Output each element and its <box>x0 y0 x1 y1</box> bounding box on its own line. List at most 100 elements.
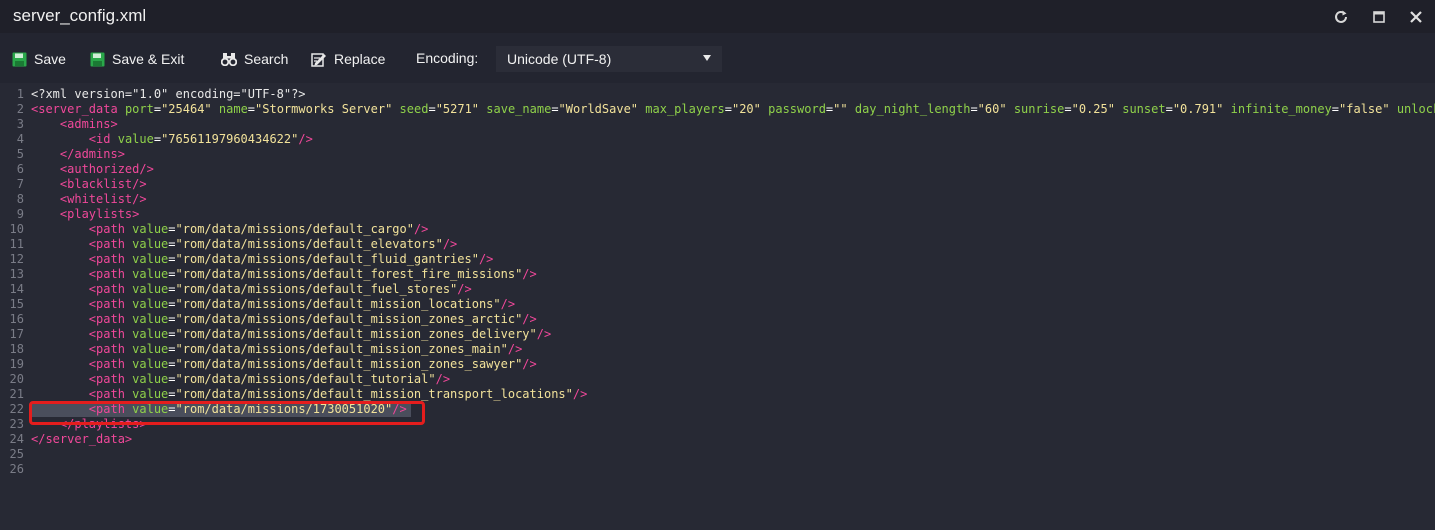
code-token: /> <box>435 372 451 386</box>
code-line[interactable]: 26 <box>0 462 1435 477</box>
code-token: value <box>132 222 169 236</box>
code-token: "60" <box>977 102 1007 116</box>
code-token: seed <box>399 102 429 116</box>
floppy-icon <box>12 52 27 66</box>
code-line[interactable]: 4 <id value="76561197960434622"/> <box>0 132 1435 147</box>
code-token: <playlists> <box>59 207 140 221</box>
code-line[interactable]: 12 <path value="rom/data/missions/defaul… <box>0 252 1435 267</box>
code-line[interactable]: 25 <box>0 447 1435 462</box>
line-number: 12 <box>9 252 24 266</box>
code-token: = <box>247 102 256 116</box>
code-token: value <box>117 132 154 146</box>
save-exit-label: Save & Exit <box>112 51 185 67</box>
code-token: /> <box>507 342 523 356</box>
code-line[interactable]: 19 <path value="rom/data/missions/defaul… <box>0 357 1435 372</box>
code-line[interactable]: 3 <admins> <box>0 117 1435 132</box>
code-token: <path <box>88 282 125 296</box>
replace-button[interactable]: Replace <box>311 46 385 72</box>
code-token: /> <box>413 222 429 236</box>
code-line[interactable]: 6 <authorized/> <box>0 162 1435 177</box>
code-line[interactable]: 10 <path value="rom/data/missions/defaul… <box>0 222 1435 237</box>
code-line[interactable]: 9 <playlists> <box>0 207 1435 222</box>
line-number: 26 <box>9 462 24 476</box>
code-line[interactable]: 5 </admins> <box>0 147 1435 162</box>
binoculars-icon <box>221 53 237 66</box>
code-line[interactable]: 11 <path value="rom/data/missions/defaul… <box>0 237 1435 252</box>
code-token: "rom/data/missions/default_tutorial" <box>175 372 436 386</box>
search-button[interactable]: Search <box>221 46 288 72</box>
line-code: <path value="rom/data/missions/default_m… <box>31 312 537 327</box>
code-token: <authorized/> <box>59 162 154 176</box>
code-token: password <box>768 102 826 116</box>
floppy-icon <box>90 52 105 66</box>
maximize-icon[interactable] <box>1368 6 1390 28</box>
save-exit-button[interactable]: Save & Exit <box>90 46 184 72</box>
line-code: <id value="76561197960434622"/> <box>31 132 313 147</box>
code-token: /> <box>442 237 458 251</box>
code-line[interactable]: 2 <server_data port="25464" name="Stormwo… <box>0 102 1435 117</box>
code-token: value <box>132 267 169 281</box>
code-line[interactable]: 8 <whitelist/> <box>0 192 1435 207</box>
close-icon[interactable] <box>1405 6 1427 28</box>
line-number: 14 <box>9 282 24 296</box>
code-token: "0.791" <box>1172 102 1224 116</box>
chevron-down-icon <box>703 55 711 61</box>
save-label: Save <box>34 51 66 67</box>
code-token: = <box>1165 102 1173 116</box>
encoding-select[interactable]: Unicode (UTF-8) <box>496 46 722 72</box>
code-line[interactable]: 16 <path value="rom/data/missions/defaul… <box>0 312 1435 327</box>
line-code: <path value="rom/data/missions/default_e… <box>31 237 457 252</box>
code-token: "76561197960434622" <box>161 132 299 146</box>
code-token: "rom/data/missions/default_fluid_gantrie… <box>175 252 479 266</box>
line-number: 11 <box>9 237 24 251</box>
title-bar: server_config.xml <box>0 0 1435 33</box>
code-line[interactable]: 17 <path value="rom/data/missions/defaul… <box>0 327 1435 342</box>
code-token: "Stormworks Server" <box>255 102 393 116</box>
code-token: value <box>132 357 169 371</box>
line-code: <whitelist/> <box>31 192 147 207</box>
replace-label: Replace <box>334 51 386 67</box>
line-code: <path value="rom/data/missions/default_f… <box>31 267 537 282</box>
code-line[interactable]: 15 <path value="rom/data/missions/defaul… <box>0 297 1435 312</box>
line-number: 7 <box>16 177 24 191</box>
line-code: <path value="rom/data/missions/default_m… <box>31 297 515 312</box>
code-line[interactable]: 14 <path value="rom/data/missions/defaul… <box>0 282 1435 297</box>
line-number: 8 <box>16 192 24 206</box>
line-code: <path value="rom/data/missions/default_m… <box>31 327 551 342</box>
code-token: <path <box>88 297 125 311</box>
code-line[interactable]: 24 </server_data> <box>0 432 1435 447</box>
save-button[interactable]: Save <box>12 46 66 72</box>
code-token: "false" <box>1339 102 1390 116</box>
code-token: /> <box>572 387 588 401</box>
code-token: "20" <box>731 102 761 116</box>
code-token: = <box>428 102 436 116</box>
code-token: <whitelist/> <box>59 192 147 206</box>
code-editor[interactable]: 1 <?xml version="1.0" encoding="UTF-8"?> 2… <box>0 86 1435 530</box>
code-token: <path <box>88 222 125 236</box>
line-number: 13 <box>9 267 24 281</box>
refresh-icon[interactable] <box>1330 6 1352 28</box>
code-line[interactable]: 13 <path value="rom/data/missions/defaul… <box>0 267 1435 282</box>
code-line[interactable]: 21 <path value="rom/data/missions/defaul… <box>0 387 1435 402</box>
line-code: <?xml version="1.0" encoding="UTF-8"?> <box>31 87 306 102</box>
line-number: 16 <box>9 312 24 326</box>
code-line[interactable]: 7 <blacklist/> <box>0 177 1435 192</box>
line-number: 21 <box>9 387 24 401</box>
line-number: 23 <box>9 417 24 431</box>
code-line[interactable]: 20 <path value="rom/data/missions/defaul… <box>0 372 1435 387</box>
code-token: "rom/data/missions/default_elevators" <box>175 237 443 251</box>
code-token: = <box>168 237 176 251</box>
code-line[interactable]: 18 <path value="rom/data/missions/defaul… <box>0 342 1435 357</box>
line-number: 18 <box>9 342 24 356</box>
code-line[interactable]: 1 <?xml version="1.0" encoding="UTF-8"?> <box>0 87 1435 102</box>
